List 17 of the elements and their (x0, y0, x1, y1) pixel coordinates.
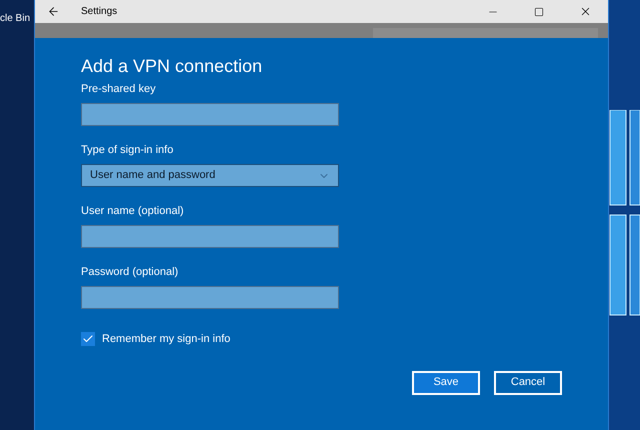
input-field[interactable] (81, 103, 339, 126)
input-field[interactable] (81, 225, 339, 248)
sign-in-type-dropdown[interactable]: User name and password (81, 164, 339, 187)
checkbox-label: Remember my sign-in info (102, 332, 230, 347)
field-label: Password (optional) (81, 265, 180, 279)
cancel-button[interactable]: Cancel (494, 370, 562, 394)
dialog-title: Add a VPN connection (81, 55, 264, 78)
back-arrow-icon (46, 5, 60, 18)
field-label: User name (optional) (81, 204, 185, 218)
checkbox[interactable] (81, 332, 95, 346)
field-label: Pre-shared key (81, 82, 157, 96)
window-title: Settings (81, 5, 118, 19)
desktop-icon-label[interactable]: cle Bin (0, 14, 30, 24)
save-button[interactable]: Save (412, 370, 480, 394)
input-field[interactable] (81, 286, 339, 309)
maximize-icon (534, 6, 544, 16)
field-label: Type of sign-in info (81, 143, 174, 157)
